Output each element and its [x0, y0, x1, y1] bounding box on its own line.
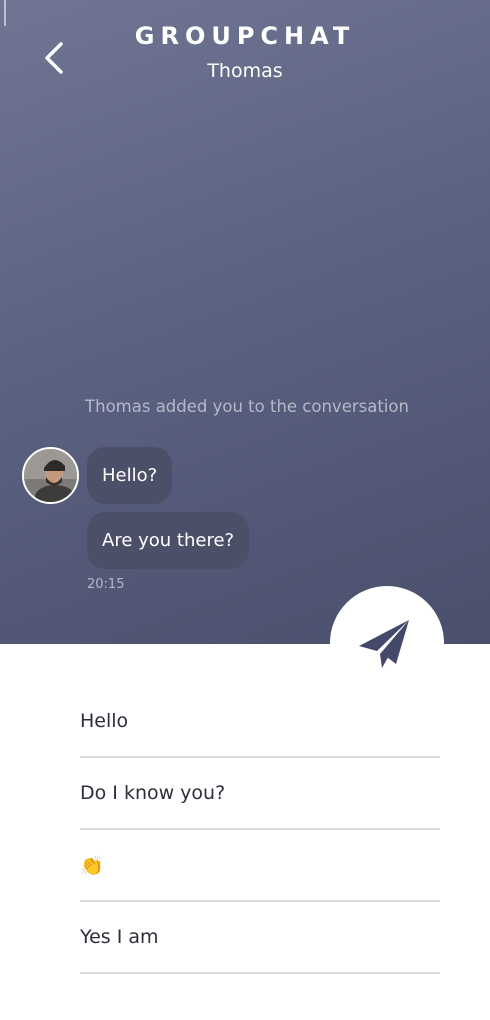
send-button[interactable] [330, 586, 444, 700]
page-title: GROUPCHAT [134, 22, 356, 50]
message-text: Are you there? [102, 530, 235, 551]
paper-plane-icon [359, 620, 409, 668]
avatar[interactable] [22, 447, 79, 504]
quick-reply-option[interactable]: 👏 [80, 830, 440, 902]
message-bubble: Are you there? [87, 512, 250, 569]
quick-reply-option[interactable]: Yes I am [80, 902, 440, 974]
quick-reply-label: Hello [80, 710, 129, 732]
chat-area: GROUPCHAT Thomas Thomas added you to the… [0, 0, 490, 644]
page-subtitle: Thomas [207, 60, 283, 82]
message-text: Hello? [102, 465, 158, 486]
quick-reply-option[interactable]: Do I know you? [80, 758, 440, 830]
message-bubble: Hello? [87, 447, 173, 504]
message-timestamp: 20:15 [87, 577, 125, 592]
quick-reply-list: Hello Do I know you? 👏 Yes I am [80, 686, 440, 974]
quick-reply-option[interactable]: Hello [80, 686, 440, 758]
clapping-hands-emoji: 👏 [80, 854, 104, 877]
system-message: Thomas added you to the conversation [85, 397, 409, 416]
quick-reply-label: Yes I am [80, 926, 159, 948]
user-avatar-photo [24, 449, 77, 502]
quick-reply-label: Do I know you? [80, 782, 226, 804]
